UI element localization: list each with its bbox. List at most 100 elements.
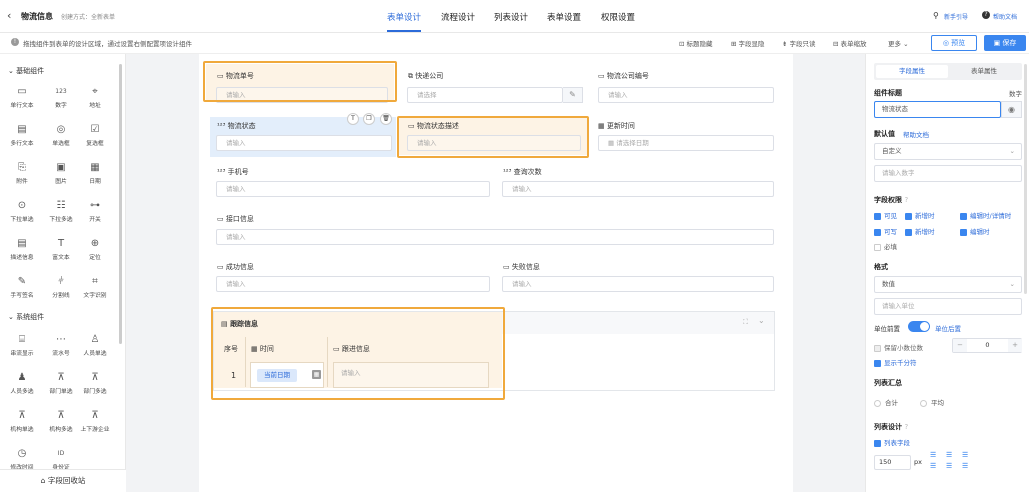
list-field-checkbox[interactable]: 列表字段 xyxy=(874,437,910,447)
perm-visible-checkbox[interactable]: 可见 xyxy=(874,210,897,220)
decimals-stepper[interactable]: − 0 + xyxy=(952,338,1022,353)
component-ocr[interactable]: ⌗ 文字识别 xyxy=(80,276,110,299)
edit-icon[interactable]: ✎ xyxy=(563,87,583,103)
component-attachment[interactable]: ⎘ 附件 xyxy=(7,162,37,185)
component-dept-multi[interactable]: ⊼ 部门多选 xyxy=(80,372,110,395)
perm-visible-add-checkbox[interactable]: 新增时 xyxy=(905,210,935,220)
field-success-info-input[interactable]: 请输入 xyxy=(216,276,490,292)
component-divider[interactable]: ⫩ 分割线 xyxy=(46,276,76,299)
default-value-input[interactable]: 请输入数字 xyxy=(874,165,1022,182)
thousands-checkbox[interactable]: 显示千分符 xyxy=(874,357,917,367)
field-api-info-input[interactable]: 请输入 xyxy=(216,229,774,245)
tab-form-settings[interactable]: 表单设置 xyxy=(547,11,581,23)
perm-write-checkbox[interactable]: 可写 xyxy=(874,226,897,236)
format-select[interactable]: 数值 ⌄ xyxy=(874,276,1022,293)
component-org-multi[interactable]: ⊼ 机构多选 xyxy=(46,410,76,433)
recycle-bin-button[interactable]: ⌂ 字段回收站 xyxy=(0,469,126,492)
component-description[interactable]: ▤ 描述信息 xyxy=(7,238,37,261)
tab-permission-settings[interactable]: 权限设置 xyxy=(601,11,635,23)
title-input[interactable]: 物流状态 xyxy=(874,101,1001,118)
component-modified-time[interactable]: ◷ 修改时间 xyxy=(7,448,37,471)
component-location[interactable]: ⊕ 定位 xyxy=(80,238,110,261)
perm-visible-edit-checkbox[interactable]: 编辑时/详情时 xyxy=(960,210,1011,220)
field-fail-info-input[interactable]: 请输入 xyxy=(502,276,774,292)
align-right-icon[interactable]: ☰ xyxy=(962,451,968,459)
default-mode-select[interactable]: 自定义 ⌄ xyxy=(874,143,1022,160)
tab-form-properties[interactable]: 表单属性 xyxy=(948,65,1020,78)
help-link[interactable]: 帮助文档 xyxy=(993,12,1017,21)
tab-list-design[interactable]: 列表设计 xyxy=(494,11,528,23)
expand-icon[interactable]: ⛶ xyxy=(743,318,748,327)
field-query-count-input[interactable]: 请输入 xyxy=(502,181,774,197)
component-address[interactable]: ⌖ 地址 xyxy=(80,86,110,109)
scrollbar[interactable] xyxy=(1024,64,1027,294)
basic-components-heading[interactable]: ⌄ 基础组件 xyxy=(8,66,44,76)
back-icon[interactable]: ‹ xyxy=(7,9,11,22)
text-field-icon: ▭ xyxy=(217,215,226,223)
decimals-checkbox[interactable]: 保留小数位数 xyxy=(874,342,923,352)
component-dept-single[interactable]: ⊼ 部门单选 xyxy=(46,372,76,395)
field-update-time-input[interactable]: ▦ 请选择日期 xyxy=(598,135,774,151)
component-serial-number[interactable]: ⋯ 流水号 xyxy=(46,334,76,357)
field-visibility-button[interactable]: ⊞ 字段显隐 xyxy=(731,38,765,48)
form-zoom-button[interactable]: ⊟ 表单缩放 xyxy=(833,38,867,48)
default-help-link[interactable]: 帮助文档 xyxy=(903,129,929,139)
copy-icon[interactable]: ❐ xyxy=(363,113,375,125)
field-express-input[interactable]: 请选择 xyxy=(407,87,563,103)
component-multi-line-text[interactable]: ▤ 多行文本 xyxy=(7,124,37,147)
component-number[interactable]: 123 数字 xyxy=(46,86,76,109)
tab-form-design[interactable]: 表单设计 xyxy=(387,11,421,23)
component-dropdown-single[interactable]: ⊙ 下拉单选 xyxy=(7,200,37,223)
perm-write-add-checkbox[interactable]: 新增时 xyxy=(905,226,935,236)
component-radio[interactable]: ◎ 单选框 xyxy=(46,124,76,147)
field-status-input[interactable]: 请输入 xyxy=(216,135,392,151)
eye-icon[interactable]: ◉ xyxy=(1001,101,1022,118)
component-rich-text[interactable]: T 富文本 xyxy=(46,238,76,261)
component-dropdown-multi[interactable]: ☷ 下拉多选 xyxy=(46,200,76,223)
tab-field-properties[interactable]: 字段属性 xyxy=(876,65,948,78)
avg-radio[interactable]: 平均 xyxy=(920,397,944,407)
system-components-heading[interactable]: ⌄ 系统组件 xyxy=(8,312,44,322)
align-left-icon[interactable]: ☰ xyxy=(930,451,936,459)
valign-middle-icon[interactable]: ☰ xyxy=(946,462,952,470)
plus-icon[interactable]: + xyxy=(1008,339,1022,352)
save-button[interactable]: ▣ 保存 xyxy=(984,35,1026,51)
column-width-input[interactable]: 150 xyxy=(874,455,911,470)
component-switch[interactable]: ⊶ 开关 xyxy=(80,200,110,223)
component-checkbox[interactable]: ☑ 复选框 xyxy=(80,124,110,147)
valign-bottom-icon[interactable]: ☰ xyxy=(962,462,968,470)
chevron-down-icon[interactable]: ⌄ xyxy=(758,316,765,325)
component-id-card[interactable]: ID 身份证 xyxy=(46,448,76,471)
component-image[interactable]: ▣ 图片 xyxy=(46,162,76,185)
unit-position-toggle[interactable] xyxy=(908,321,930,332)
valign-top-icon[interactable]: ☰ xyxy=(930,462,936,470)
guide-link[interactable]: 新手引导 xyxy=(944,12,968,21)
field-readonly-button[interactable]: ⇟ 字段只读 xyxy=(782,38,816,48)
scrollbar[interactable] xyxy=(119,64,122,344)
component-org-single[interactable]: ⊼ 机构单选 xyxy=(7,410,37,433)
component-date[interactable]: ▦ 日期 xyxy=(80,162,110,185)
component-user-multi[interactable]: ♟ 人员多选 xyxy=(7,372,37,395)
field-company-no-input[interactable]: 请输入 xyxy=(598,87,774,103)
required-checkbox[interactable]: 必填 xyxy=(874,241,897,251)
component-single-line-text[interactable]: ▭ 单行文本 xyxy=(7,86,37,109)
unit-input[interactable]: 请输入单位 xyxy=(874,298,1022,315)
tab-flow-design[interactable]: 流程设计 xyxy=(441,11,475,23)
component-user-single[interactable]: ♙ 人员单选 xyxy=(80,334,110,357)
text-type-icon[interactable]: T xyxy=(347,113,359,125)
more-button[interactable]: 更多 ⌄ xyxy=(888,38,909,48)
hide-title-button[interactable]: ⊡ 标题隐藏 xyxy=(679,38,713,48)
perm-write-edit-checkbox[interactable]: 编辑时 xyxy=(960,226,990,236)
component-serial-display[interactable]: ⌸ 串流显示 xyxy=(7,334,37,357)
align-center-icon[interactable]: ☰ xyxy=(946,451,952,459)
number-field-icon: ¹²³ xyxy=(217,168,228,176)
field-phone-input[interactable]: 请输入 xyxy=(216,181,490,197)
sum-radio[interactable]: 合计 xyxy=(874,397,898,407)
component-label: 定位 xyxy=(89,255,101,261)
delete-icon[interactable]: 🗑 xyxy=(380,113,392,125)
preview-button[interactable]: ◎ 预览 xyxy=(931,35,977,51)
component-signature[interactable]: ✎ 手写签名 xyxy=(7,276,37,299)
id-card-icon: ID xyxy=(57,450,65,457)
minus-icon[interactable]: − xyxy=(953,339,967,352)
component-upstream-enterprise[interactable]: ⊼ 上下游企业 xyxy=(80,410,110,433)
